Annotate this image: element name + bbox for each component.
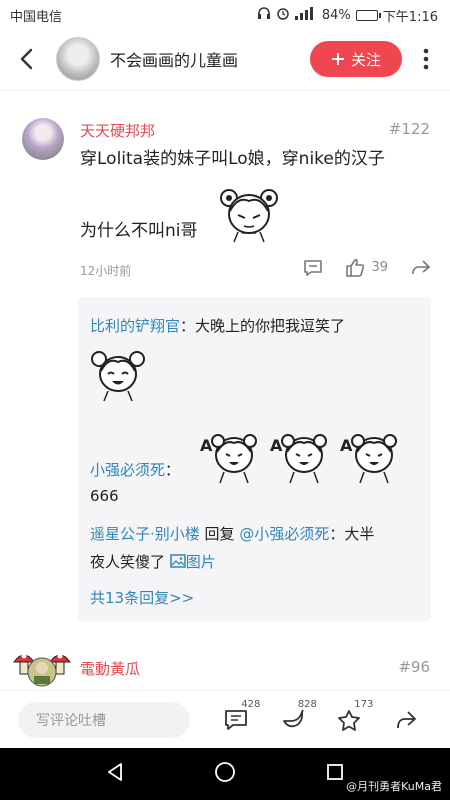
comment-2-floor: #96	[398, 658, 430, 676]
more-vertical-icon	[423, 48, 429, 70]
more-button[interactable]	[412, 43, 440, 75]
more-replies-link[interactable]: 共13条回复>>	[90, 587, 194, 608]
cheering-sticker-icon: A	[270, 434, 327, 484]
floor-number: #122	[388, 120, 430, 138]
follow-button[interactable]: 关注	[310, 41, 402, 77]
header: 不会画画的儿童画 关注	[0, 30, 450, 88]
svg-text:A: A	[340, 436, 353, 455]
nav-home-button[interactable]	[214, 761, 236, 787]
cheering-stickers: A A A	[198, 425, 404, 485]
cheering-sticker-icon: A	[340, 434, 397, 484]
comment-text-line2: 为什么不叫ni哥	[80, 221, 198, 241]
mushroom-avatar-icon[interactable]	[12, 646, 72, 690]
comment-actions: 39	[303, 258, 430, 277]
comment-input[interactable]: 写评论吐槽	[18, 701, 190, 738]
triangle-back-icon	[107, 763, 122, 781]
headphone-icon	[257, 6, 271, 24]
reply-2[interactable]: 小强必须死：	[90, 459, 180, 480]
battery-percent: 84%	[321, 7, 351, 23]
favorite-button[interactable]: 173	[334, 699, 373, 735]
nav-back-button[interactable]	[105, 762, 125, 786]
share-banana-button[interactable]: 828	[278, 699, 317, 735]
clock: 下午1:16	[382, 9, 438, 25]
comment-time: 12小时前	[80, 264, 132, 278]
status-bar: 中国电信 84% 下午1:16	[0, 0, 450, 30]
circle-home-icon	[215, 762, 235, 782]
back-button[interactable]	[10, 43, 42, 75]
reply-3-target[interactable]: @小强必须死	[239, 525, 329, 543]
header-divider	[0, 90, 450, 91]
svg-text:A: A	[270, 436, 283, 455]
cheering-sticker-icon: A	[200, 434, 257, 484]
reply-1-username[interactable]: 比利的铲翔官	[90, 317, 180, 335]
star-icon	[338, 709, 361, 731]
signal-icon	[294, 6, 317, 24]
comments-count: 428	[241, 698, 261, 710]
share-icon	[412, 259, 430, 274]
reply-1-text: ：大晚上的你把我逗笑了	[180, 317, 346, 335]
square-recents-icon	[327, 764, 344, 780]
forward-share-icon	[396, 710, 416, 728]
comments-button[interactable]: 428	[221, 699, 260, 735]
replies-panel: 比利的铲翔官：大晚上的你把我逗笑了 A A A 小强必须死： 666 遥星公子·…	[78, 297, 431, 621]
forward-button[interactable]	[391, 705, 421, 735]
laughing-sticker-icon	[90, 347, 146, 407]
channel-title[interactable]: 不会画画的儿童画	[110, 47, 310, 71]
reply-3-username[interactable]: 遥星公子·别小楼	[90, 525, 200, 543]
toolbar-icons: 428 828 173	[190, 699, 434, 735]
reply-3-reply-word: 回复	[199, 525, 240, 543]
carrier-label: 中国电信	[10, 9, 63, 25]
image-link-label: 图片	[185, 553, 216, 571]
reply-3-line2: 夜人笑傻了 图片	[90, 551, 216, 572]
reply-3-text-2: 夜人笑傻了	[90, 553, 166, 571]
weibo-watermark: @月刊勇者KuMa君	[346, 780, 442, 793]
reply-3-text-1: ：大半	[329, 525, 375, 543]
comment-bubble-icon	[304, 259, 323, 276]
reply-2-text: 666	[90, 487, 119, 505]
comment-2-username[interactable]: 電動黃瓜	[80, 658, 140, 679]
like-count: 39	[371, 260, 388, 275]
reply-2-username[interactable]: 小强必须死	[90, 461, 165, 479]
back-arrow-icon	[20, 48, 33, 70]
svg-text:A: A	[200, 436, 213, 455]
reply-2-separator: ：	[165, 461, 181, 479]
girl-sticker-icon	[218, 184, 280, 248]
comment-text-line1: 穿Lolita装的妹子叫Lo娘，穿nike的汉子	[80, 149, 385, 169]
user-avatar[interactable]	[22, 118, 64, 160]
like-button[interactable]: 39	[345, 258, 388, 277]
channel-avatar[interactable]	[56, 37, 100, 81]
image-link[interactable]: 图片	[170, 553, 216, 571]
share-count: 828	[297, 698, 317, 710]
favorite-count: 173	[354, 698, 374, 710]
alarm-icon	[276, 6, 290, 24]
battery-icon	[355, 9, 381, 21]
reply-button[interactable]	[303, 259, 323, 277]
banana-icon	[282, 709, 304, 727]
share-button[interactable]	[410, 259, 430, 277]
comment-item-2: 電動黃瓜 #96	[0, 646, 450, 691]
comment-input-bar: 写评论吐槽 428 828 173	[0, 690, 450, 748]
comments-icon	[225, 709, 248, 730]
follow-label: 关注	[350, 50, 381, 69]
reply-3[interactable]: 遥星公子·别小楼 回复 @小强必须死：大半	[90, 523, 374, 544]
plus-icon	[331, 53, 344, 65]
reply-1[interactable]: 比利的铲翔官：大晚上的你把我逗笑了	[90, 315, 345, 336]
image-icon	[170, 554, 186, 568]
comment-username[interactable]: 天天硬邦邦	[80, 120, 155, 141]
nav-recents-button[interactable]	[325, 762, 345, 786]
thumbs-up-icon	[346, 258, 365, 277]
